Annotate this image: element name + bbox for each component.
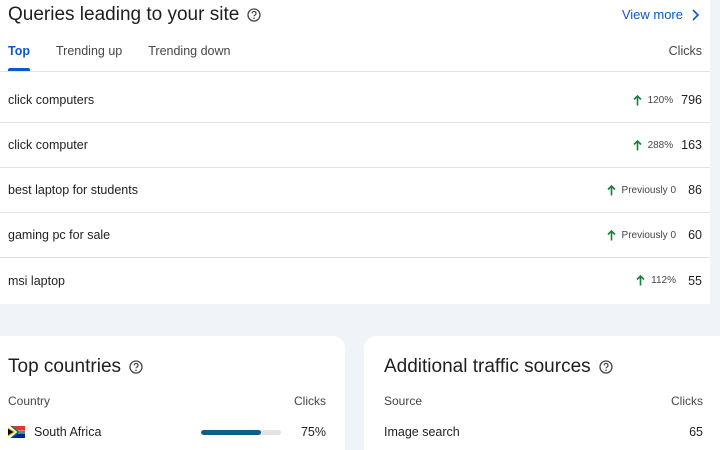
query-clicks: 163 xyxy=(681,138,702,152)
help-circle-icon[interactable] xyxy=(599,360,613,374)
query-text: best laptop for students xyxy=(8,183,138,197)
queries-list: click computers 120% 796 click computer … xyxy=(0,78,710,303)
countries-title-text: Top countries xyxy=(8,356,122,377)
chevron-right-icon xyxy=(692,8,700,21)
queries-title: Queries leading to your site xyxy=(8,4,261,26)
tab-top[interactable]: Top xyxy=(8,44,30,71)
country-share-bar xyxy=(201,429,281,435)
query-row[interactable]: click computer 288% 163 xyxy=(0,123,710,168)
country-share-bar-fill xyxy=(201,429,261,435)
clicks-column-header: Clicks xyxy=(668,44,702,58)
query-change: 288% xyxy=(647,139,674,151)
query-text: click computer xyxy=(8,138,88,152)
query-row[interactable]: msi laptop 112% 55 xyxy=(0,258,710,303)
query-change: Previously 0 xyxy=(621,229,676,241)
country-percent: 75% xyxy=(300,425,326,439)
query-text: click computers xyxy=(8,93,95,107)
arrow-up-icon xyxy=(632,139,642,150)
tab-trending-down[interactable]: Trending down xyxy=(148,44,230,71)
query-row[interactable]: best laptop for students Previously 0 86 xyxy=(0,168,710,213)
query-metrics: 288% 163 xyxy=(632,138,702,152)
south-africa-flag-icon xyxy=(8,426,25,438)
traffic-sources-card: Additional traffic sources Source Clicks… xyxy=(364,336,720,450)
queries-card: Queries leading to your site View more T… xyxy=(0,0,710,304)
query-row[interactable]: gaming pc for sale Previously 0 60 xyxy=(0,213,710,258)
country-row[interactable]: South Africa 75% xyxy=(0,424,345,440)
query-clicks: 55 xyxy=(688,273,702,288)
country-clicks-header: Clicks xyxy=(294,394,326,408)
source-clicks-header: Clicks xyxy=(671,394,703,408)
source-column-header: Source xyxy=(384,394,423,408)
query-clicks: 86 xyxy=(688,183,702,197)
query-change: 120% xyxy=(647,94,674,106)
queries-title-text: Queries leading to your site xyxy=(8,4,240,25)
source-name: Image search xyxy=(384,425,460,439)
traffic-title: Additional traffic sources xyxy=(384,356,613,378)
source-clicks: 65 xyxy=(689,425,703,439)
query-metrics: Previously 0 60 xyxy=(606,228,702,242)
arrow-up-icon xyxy=(636,275,645,286)
query-metrics: 120% 796 xyxy=(632,93,702,107)
query-clicks: 60 xyxy=(688,228,702,242)
query-change: Previously 0 xyxy=(621,184,676,196)
country-name: South Africa xyxy=(34,425,102,439)
query-row[interactable]: click computers 120% 796 xyxy=(0,78,710,123)
view-more-label: View more xyxy=(621,7,683,22)
country-column-header: Country xyxy=(8,394,51,408)
query-text: gaming pc for sale xyxy=(8,228,111,242)
arrow-up-icon xyxy=(632,94,642,105)
query-tabs: Top Trending up Trending down xyxy=(8,44,230,71)
top-countries-card: Top countries Country Clicks South Afric… xyxy=(0,336,345,450)
arrow-up-icon xyxy=(606,184,616,195)
query-change: 112% xyxy=(651,275,676,286)
help-circle-icon[interactable] xyxy=(129,360,143,374)
source-row[interactable]: Image search 65 xyxy=(364,424,720,440)
traffic-title-text: Additional traffic sources xyxy=(384,356,591,377)
help-circle-icon[interactable] xyxy=(247,8,261,22)
query-metrics: Previously 0 86 xyxy=(606,183,702,197)
query-clicks: 796 xyxy=(681,93,702,107)
tabs-divider xyxy=(0,71,710,72)
view-more-link[interactable]: View more xyxy=(622,7,700,22)
countries-title: Top countries xyxy=(8,356,143,378)
query-metrics: 112% 55 xyxy=(636,274,702,288)
query-text: msi laptop xyxy=(8,273,65,288)
tab-trending-up[interactable]: Trending up xyxy=(56,44,122,71)
arrow-up-icon xyxy=(606,229,616,240)
